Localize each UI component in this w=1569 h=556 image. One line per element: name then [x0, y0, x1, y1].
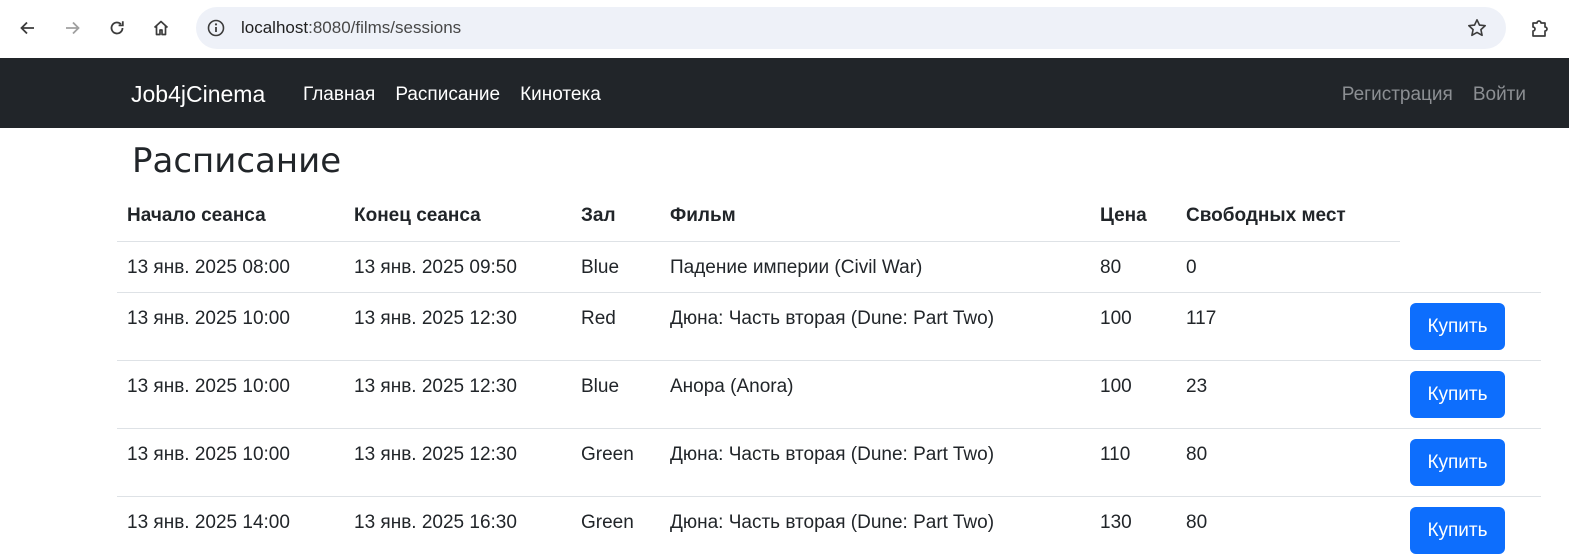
nav-link-schedule[interactable]: Расписание — [395, 83, 500, 107]
col-header-film: Фильм — [660, 192, 1090, 242]
sessions-table: Начало сеанса Конец сеанса Зал Фильм Цен… — [117, 192, 1541, 556]
nav-link-register[interactable]: Регистрация — [1342, 83, 1453, 107]
cell-free-seats: 0 — [1176, 241, 1400, 293]
forward-button[interactable] — [56, 12, 88, 44]
table-header-row: Начало сеанса Конец сеанса Зал Фильм Цен… — [117, 192, 1541, 242]
back-button[interactable] — [12, 12, 44, 44]
cell-free-seats: 80 — [1176, 496, 1400, 556]
cell-hall: Blue — [571, 360, 660, 429]
table-row: 13 янв. 2025 14:00 13 янв. 2025 16:30 Gr… — [117, 496, 1541, 556]
arrow-right-icon — [66, 21, 80, 35]
nav-link-home[interactable]: Главная — [303, 83, 375, 107]
cell-price: 130 — [1090, 496, 1176, 556]
cell-price: 100 — [1090, 292, 1176, 361]
cell-hall: Red — [571, 292, 660, 361]
col-header-action — [1400, 192, 1541, 241]
cell-film: Падение империи (Civil War) — [660, 241, 1090, 293]
buy-button[interactable]: Купить — [1410, 438, 1505, 486]
bookmark-star-icon[interactable] — [1466, 17, 1488, 39]
col-header-price: Цена — [1090, 192, 1176, 242]
extensions-button[interactable] — [1526, 13, 1556, 43]
col-header-free-seats: Свободных мест — [1176, 192, 1400, 242]
cell-hall: Blue — [571, 241, 660, 293]
col-header-start: Начало сеанса — [117, 192, 344, 242]
cell-hall: Green — [571, 496, 660, 556]
cell-free-seats: 23 — [1176, 360, 1400, 429]
cell-end: 13 янв. 2025 12:30 — [344, 292, 571, 361]
brand-link[interactable]: Job4jCinema — [131, 80, 265, 108]
cell-end: 13 янв. 2025 12:30 — [344, 428, 571, 497]
cell-start: 13 янв. 2025 08:00 — [117, 241, 344, 293]
cell-free-seats: 117 — [1176, 292, 1400, 361]
reload-button[interactable] — [101, 12, 133, 44]
nav-link-login[interactable]: Войти — [1473, 83, 1526, 107]
home-button[interactable] — [145, 12, 177, 44]
cell-end: 13 янв. 2025 16:30 — [344, 496, 571, 556]
cell-action: Купить — [1400, 428, 1541, 497]
cell-price: 100 — [1090, 360, 1176, 429]
puzzle-icon — [1532, 20, 1548, 37]
cell-film: Дюна: Часть вторая (Dune: Part Two) — [660, 496, 1090, 556]
buy-button[interactable]: Купить — [1410, 506, 1505, 554]
cell-start: 13 янв. 2025 10:00 — [117, 428, 344, 497]
cell-free-seats: 80 — [1176, 428, 1400, 497]
cell-film: Анора (Anora) — [660, 360, 1090, 429]
cell-end: 13 янв. 2025 12:30 — [344, 360, 571, 429]
cell-action: Купить — [1400, 360, 1541, 429]
cell-price: 80 — [1090, 241, 1176, 293]
table-row: 13 янв. 2025 10:00 13 янв. 2025 12:30 Re… — [117, 292, 1541, 361]
url-path: :8080/films/sessions — [308, 18, 462, 37]
col-header-hall: Зал — [571, 192, 660, 242]
url-text[interactable]: localhost:8080/films/sessions — [241, 18, 461, 38]
browser-toolbar: localhost:8080/films/sessions — [0, 0, 1569, 58]
cell-action — [1400, 241, 1541, 293]
reload-icon — [110, 21, 124, 35]
auth-nav: Регистрация Войти — [1322, 83, 1526, 107]
cell-film: Дюна: Часть вторая (Dune: Part Two) — [660, 428, 1090, 497]
cell-start: 13 янв. 2025 10:00 — [117, 360, 344, 429]
arrow-left-icon — [20, 21, 34, 35]
cell-end: 13 янв. 2025 09:50 — [344, 241, 571, 293]
url-host: localhost — [241, 18, 309, 37]
table-row: 13 янв. 2025 10:00 13 янв. 2025 12:30 Gr… — [117, 428, 1541, 497]
col-header-end: Конец сеанса — [344, 192, 571, 242]
cell-start: 13 янв. 2025 14:00 — [117, 496, 344, 556]
buy-button[interactable]: Купить — [1410, 370, 1505, 418]
cell-start: 13 янв. 2025 10:00 — [117, 292, 344, 361]
page-title: Расписание — [132, 141, 342, 181]
table-row: 13 янв. 2025 10:00 13 янв. 2025 12:30 Bl… — [117, 360, 1541, 429]
cell-action: Купить — [1400, 292, 1541, 361]
address-bar[interactable]: localhost:8080/films/sessions — [196, 7, 1506, 49]
buy-button[interactable]: Купить — [1410, 302, 1505, 350]
site-info-icon[interactable] — [206, 18, 226, 38]
nav-link-films[interactable]: Кинотека — [520, 83, 601, 107]
cell-film: Дюна: Часть вторая (Dune: Part Two) — [660, 292, 1090, 361]
cell-action: Купить — [1400, 496, 1541, 556]
cell-price: 110 — [1090, 428, 1176, 497]
main-nav: Главная Расписание Кинотека — [303, 83, 621, 107]
app-navbar: Job4jCinema Главная Расписание Кинотека … — [0, 58, 1569, 128]
home-icon — [153, 20, 169, 36]
table-row: 13 янв. 2025 08:00 13 янв. 2025 09:50 Bl… — [117, 241, 1541, 293]
cell-hall: Green — [571, 428, 660, 497]
